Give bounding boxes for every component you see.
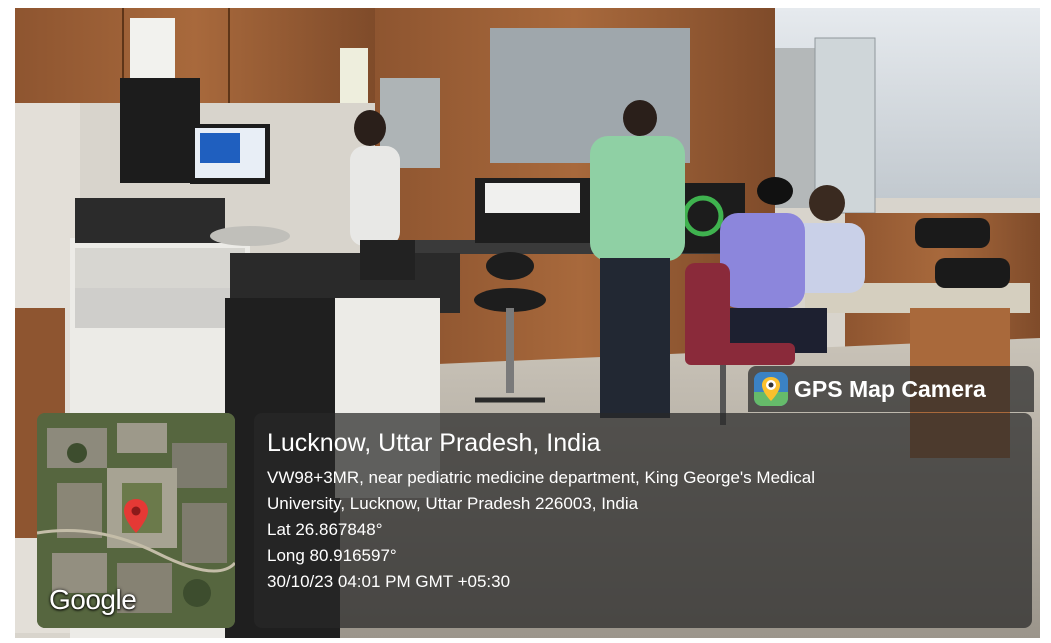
- longitude-text: Long 80.916597°: [267, 546, 397, 565]
- gps-map-camera-badge: GPS Map Camera: [748, 366, 1034, 412]
- address-line-2: University, Lucknow, Uttar Pradesh 22600…: [267, 494, 639, 513]
- timestamp-text: 30/10/23 04:01 PM GMT +05:30: [267, 572, 511, 591]
- location-info-panel: Lucknow, Uttar Pradesh, India VW98+3MR, …: [254, 413, 1032, 628]
- satellite-map-thumbnail: Google: [37, 413, 235, 628]
- gps-map-camera-app-icon: [754, 372, 788, 406]
- photo-stage: Google GPS Map Camera Lucknow, Uttar Pra…: [0, 0, 1051, 643]
- latitude-text: Lat 26.867848°: [267, 520, 383, 539]
- location-pin-icon: [124, 499, 148, 533]
- gps-map-camera-label: GPS Map Camera: [794, 375, 986, 402]
- google-logo: Google: [49, 584, 137, 615]
- address-line-1: VW98+3MR, near pediatric medicine depart…: [267, 468, 815, 487]
- location-title: Lucknow, Uttar Pradesh, India: [267, 429, 601, 457]
